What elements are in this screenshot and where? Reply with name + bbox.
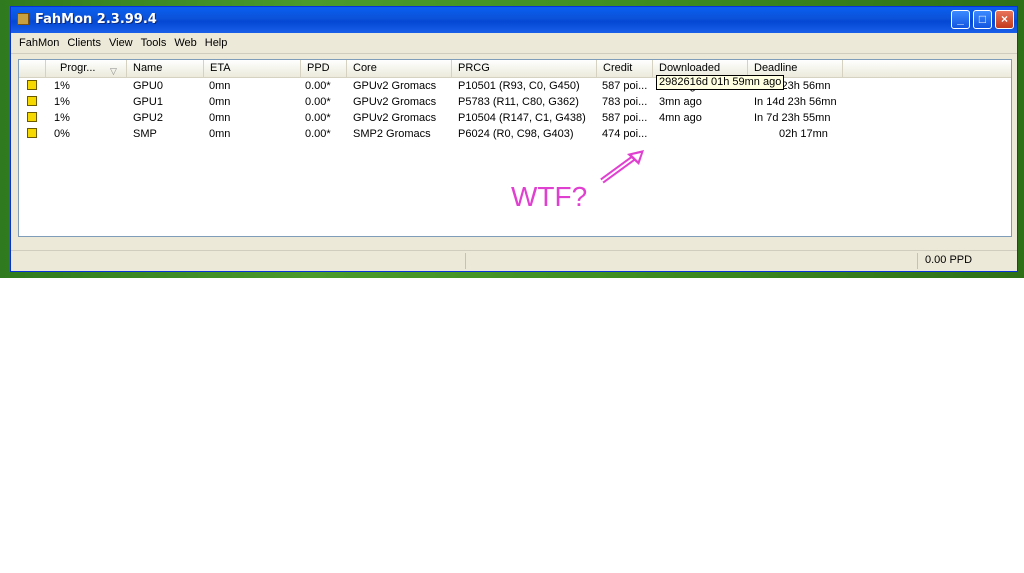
menu-fahmon[interactable]: FahMon	[15, 37, 63, 49]
cell-eta: 0mn	[209, 80, 231, 92]
menu-view[interactable]: View	[105, 37, 137, 49]
close-icon: ×	[1000, 12, 1008, 26]
close-button[interactable]: ×	[995, 10, 1014, 29]
table-row[interactable]: 1% GPU0 0mn 0.00* GPUv2 Gromacs P10501 (…	[19, 78, 1011, 94]
cell-progress: 1%	[54, 112, 70, 124]
annotation-text: WTF?	[511, 181, 588, 212]
minimize-button[interactable]: _	[951, 10, 970, 29]
cell-ppd: 0.00*	[305, 96, 331, 108]
cell-ppd: 0.00*	[305, 112, 331, 124]
status-icon	[27, 112, 37, 122]
cell-name: GPU1	[133, 96, 163, 108]
cell-deadline: 02h 17mn	[779, 128, 828, 140]
menu-tools[interactable]: Tools	[137, 37, 171, 49]
cell-prcg: P10504 (R147, C1, G438)	[458, 112, 586, 124]
cell-prcg: P10501 (R93, C0, G450)	[458, 80, 580, 92]
cell-eta: 0mn	[209, 112, 231, 124]
column-header-ppd[interactable]: PPD	[301, 60, 347, 77]
cell-downloaded: 4mn ago	[659, 112, 702, 124]
column-header-core[interactable]: Core	[347, 60, 452, 77]
cell-ppd: 0.00*	[305, 128, 331, 140]
cell-credit: 783 poi...	[602, 96, 648, 108]
window-title: FahMon 2.3.99.4	[35, 12, 157, 27]
cell-core: GPUv2 Gromacs	[353, 96, 437, 108]
column-header-progress[interactable]: Progr... ▽	[46, 60, 127, 77]
title-bar[interactable]: FahMon 2.3.99.4 _ □ ×	[11, 7, 1017, 33]
menu-help[interactable]: Help	[201, 37, 232, 49]
status-icon	[27, 80, 37, 90]
column-header-credit[interactable]: Credit	[597, 60, 653, 77]
cell-ppd: 0.00*	[305, 80, 331, 92]
cell-eta: 0mn	[209, 96, 231, 108]
menu-clients[interactable]: Clients	[63, 37, 105, 49]
status-bar: 0.00 PPD	[11, 250, 1017, 271]
list-header: Progr... ▽ Name ETA PPD Core PRCG Credit…	[19, 60, 1011, 78]
table-row[interactable]: 1% GPU2 0mn 0.00* GPUv2 Gromacs P10504 (…	[19, 110, 1011, 126]
cell-core: SMP2 Gromacs	[353, 128, 431, 140]
cell-prcg: P5783 (R11, C80, G362)	[458, 96, 579, 108]
status-icon	[27, 96, 37, 106]
cell-progress: 1%	[54, 80, 70, 92]
cell-progress: 1%	[54, 96, 70, 108]
cell-name: GPU2	[133, 112, 163, 124]
minimize-icon: _	[957, 12, 964, 26]
sort-descending-icon: ▽	[110, 66, 117, 76]
cell-name: SMP	[133, 128, 157, 140]
cell-downloaded: 3mn ago	[659, 96, 702, 108]
column-header-prcg[interactable]: PRCG	[452, 60, 597, 77]
column-header-status[interactable]	[19, 60, 46, 77]
menu-web[interactable]: Web	[170, 37, 200, 49]
maximize-icon: □	[978, 12, 987, 26]
status-panel-middle	[467, 253, 918, 269]
cell-credit: 474 poi...	[602, 128, 648, 140]
cell-prcg: P6024 (R0, C98, G403)	[458, 128, 574, 140]
menu-bar: FahMon Clients View Tools Web Help	[11, 33, 1017, 54]
status-panel-left	[13, 253, 466, 269]
cell-core: GPUv2 Gromacs	[353, 80, 437, 92]
status-ppd: 0.00 PPD	[925, 254, 973, 266]
fahmon-window: FahMon 2.3.99.4 _ □ × FahMon Clients Vie…	[10, 6, 1018, 272]
app-icon	[17, 13, 29, 25]
cell-name: GPU0	[133, 80, 163, 92]
cell-credit: 587 poi...	[602, 80, 648, 92]
column-header-name[interactable]: Name	[127, 60, 204, 77]
cell-deadline: In 14d 23h 56mn	[754, 96, 837, 108]
table-row[interactable]: 1% GPU1 0mn 0.00* GPUv2 Gromacs P5783 (R…	[19, 94, 1011, 110]
cell-core: GPUv2 Gromacs	[353, 112, 437, 124]
maximize-button[interactable]: □	[973, 10, 992, 29]
table-row[interactable]: 0% SMP 0mn 0.00* SMP2 Gromacs P6024 (R0,…	[19, 126, 1011, 142]
annotation-arrow-icon	[600, 150, 644, 184]
cell-deadline: In 7d 23h 55mn	[754, 112, 831, 124]
cell-eta: 0mn	[209, 128, 231, 140]
cell-progress: 0%	[54, 128, 70, 140]
cell-credit: 587 poi...	[602, 112, 648, 124]
column-header-eta[interactable]: ETA	[204, 60, 301, 77]
status-icon	[27, 128, 37, 138]
downloaded-tooltip: 2982616d 01h 59mn ago	[656, 75, 785, 90]
